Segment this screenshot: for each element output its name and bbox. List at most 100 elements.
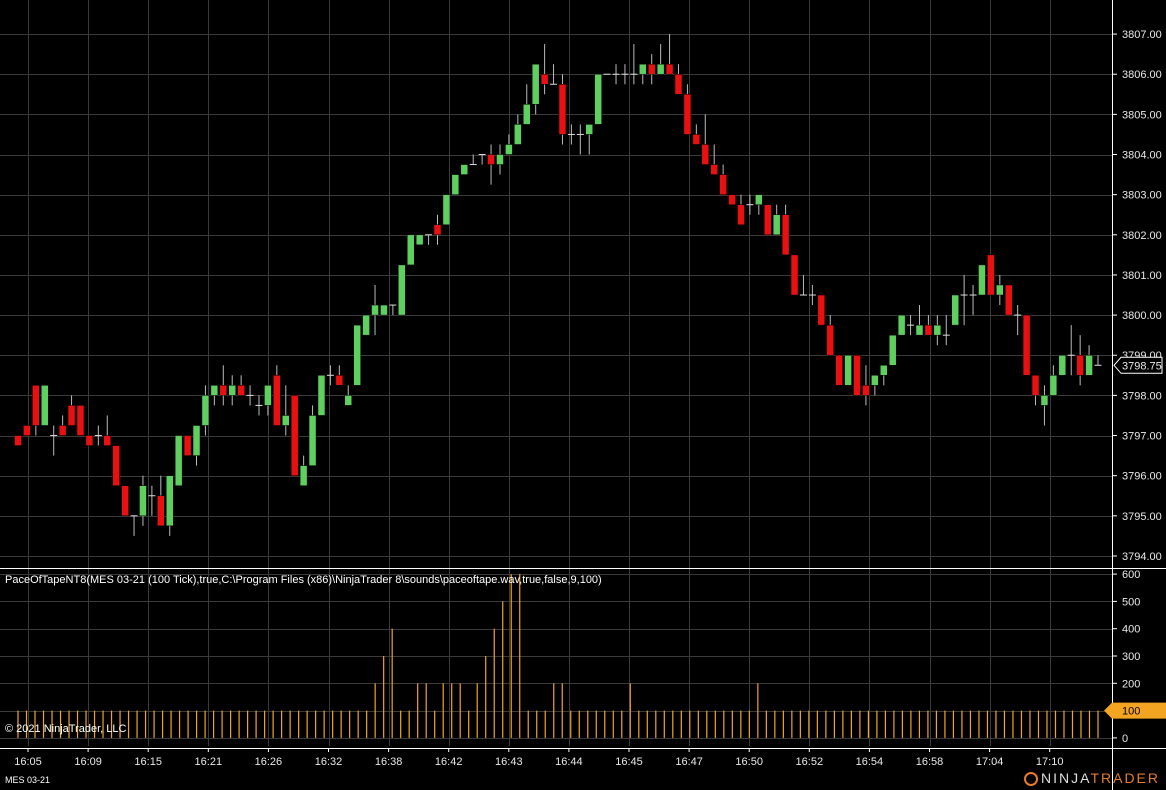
axis-markers: 3798.75 100 xyxy=(1104,356,1166,719)
candle-down xyxy=(826,324,834,356)
instrument-label: MES 03-21 xyxy=(5,775,51,785)
candle-down xyxy=(58,425,67,436)
candle-down xyxy=(737,204,745,226)
candle-up xyxy=(978,264,986,296)
candle-down xyxy=(67,405,76,426)
candle-up xyxy=(656,63,665,75)
candle-up xyxy=(514,124,522,145)
price-tick-label: 3795.00 xyxy=(1122,511,1162,523)
chart-canvas[interactable]: 3794.003795.003796.003797.003798.003799.… xyxy=(0,0,1166,790)
time-tick-label: 17:10 xyxy=(1036,756,1064,768)
candle-up xyxy=(192,425,201,456)
time-axis[interactable]: 16:05 16:09 16:15 16:21 16:26 16:32 16:38 16:42… xyxy=(14,748,1063,768)
candle-up xyxy=(1085,354,1093,376)
indicator-tick-label: 600 xyxy=(1122,569,1140,581)
candle-down xyxy=(1031,375,1040,396)
ninjatrader-logo-icon xyxy=(1024,772,1039,786)
indicator-tick-label: 300 xyxy=(1122,651,1140,663)
candle-up xyxy=(41,385,49,426)
time-tick-label: 16:44 xyxy=(555,756,583,768)
candle-down xyxy=(924,324,933,336)
price-tick-label: 3802.00 xyxy=(1122,230,1162,242)
candle-down xyxy=(85,435,94,446)
candle-up xyxy=(282,415,290,426)
time-tick-label: 16:15 xyxy=(134,756,162,768)
time-tick-label: 16:21 xyxy=(195,756,223,768)
candle-up xyxy=(398,264,406,316)
candle-down xyxy=(692,134,701,145)
candle-up xyxy=(406,234,415,266)
candle-up xyxy=(308,415,317,466)
candle-up xyxy=(505,144,513,155)
candle-up xyxy=(772,214,781,236)
candle-down xyxy=(219,385,228,396)
candle-up xyxy=(1049,375,1058,396)
time-tick-label: 16:09 xyxy=(74,756,102,768)
candle-up xyxy=(442,194,451,226)
candle-up xyxy=(897,314,906,336)
candle-down xyxy=(710,164,718,175)
candle-up xyxy=(523,104,531,125)
price-tick-label: 3803.00 xyxy=(1122,190,1162,202)
time-tick-label: 16:26 xyxy=(255,756,283,768)
candle-down xyxy=(701,144,710,165)
candle-down xyxy=(728,194,736,205)
price-tick-label: 3806.00 xyxy=(1122,69,1162,81)
candle-down xyxy=(987,254,995,296)
price-axis[interactable]: 3794.003795.003796.003797.003798.003799.… xyxy=(1112,29,1162,563)
candle-down xyxy=(1004,284,1013,316)
indicator-tick-label: 400 xyxy=(1122,624,1140,636)
candle-down xyxy=(32,385,40,426)
candle-down xyxy=(103,435,112,446)
candle-down xyxy=(674,73,683,95)
candle-down xyxy=(764,204,772,236)
candle-up xyxy=(415,234,424,246)
candle-down xyxy=(487,154,495,165)
candle-down xyxy=(862,385,870,396)
candle-down xyxy=(237,385,245,396)
candle-up xyxy=(951,294,959,326)
candle-down xyxy=(558,84,567,135)
chart-grid xyxy=(0,0,1112,746)
time-tick-label: 16:47 xyxy=(675,756,703,768)
price-tick-label: 3797.00 xyxy=(1122,431,1162,443)
candle-up xyxy=(496,154,504,165)
candle-up xyxy=(362,314,370,336)
candle-down xyxy=(781,214,790,256)
candle-up xyxy=(933,324,942,336)
candle-up xyxy=(264,385,272,406)
candle-down xyxy=(112,445,120,486)
price-panel[interactable] xyxy=(14,34,1102,536)
time-tick-label: 16:58 xyxy=(916,756,944,768)
candle-up xyxy=(371,304,379,316)
candle-up xyxy=(755,194,763,205)
candle-up xyxy=(317,375,326,416)
indicator-tick-label: 200 xyxy=(1122,678,1140,690)
price-tick-label: 3805.00 xyxy=(1122,109,1162,121)
time-tick-label: 16:32 xyxy=(315,756,343,768)
candle-up xyxy=(299,465,308,486)
candle-up xyxy=(1058,354,1067,376)
time-tick-label: 16:05 xyxy=(14,756,42,768)
candle-up xyxy=(531,63,540,105)
candle-down xyxy=(683,94,692,135)
candle-down xyxy=(14,435,22,446)
price-tick-label: 3798.00 xyxy=(1122,390,1162,402)
time-tick-label: 16:42 xyxy=(435,756,463,768)
candle-up xyxy=(844,354,852,386)
indicator-label: PaceOfTapeNT8(MES 03-21 (100 Tick),true,… xyxy=(5,574,602,586)
price-tick-label: 3800.00 xyxy=(1122,310,1162,322)
candle-up xyxy=(880,365,888,376)
candle-down xyxy=(817,294,826,326)
indicator-value-label: 100 xyxy=(1122,706,1140,718)
time-tick-label: 17:04 xyxy=(976,756,1004,768)
time-tick-label: 16:52 xyxy=(796,756,824,768)
candle-down xyxy=(665,63,674,75)
candle-down xyxy=(335,375,344,386)
price-tick-label: 3801.00 xyxy=(1122,270,1162,282)
candle-down xyxy=(23,425,31,436)
candle-up xyxy=(639,63,647,75)
copyright-text: © 2021 NinjaTrader, LLC xyxy=(5,723,127,735)
candle-down xyxy=(540,73,549,85)
candle-down xyxy=(853,354,861,396)
